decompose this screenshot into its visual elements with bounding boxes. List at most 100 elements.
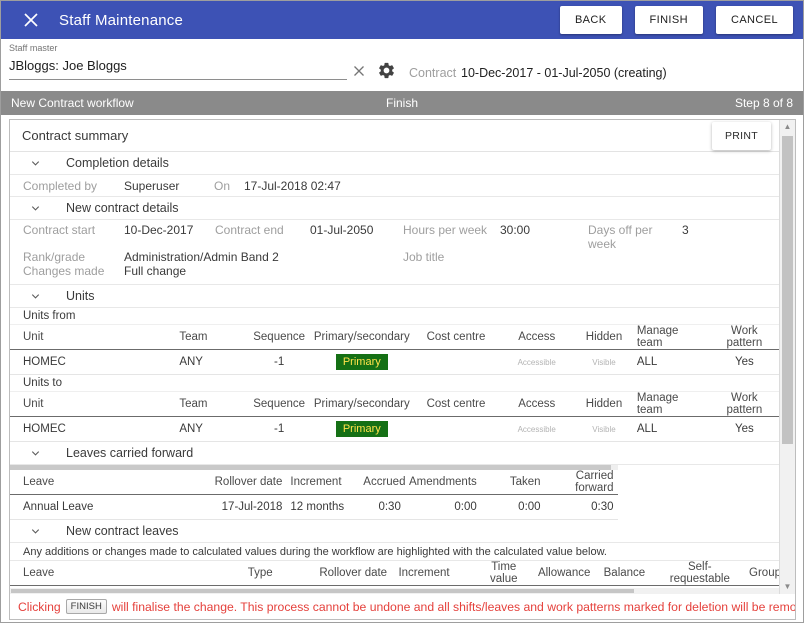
cell-unit: HOMEC bbox=[10, 417, 175, 442]
contract-summary-panel: Contract summary PRINT Completion detail… bbox=[9, 119, 796, 620]
scroll-down-arrow-icon[interactable]: ▼ bbox=[780, 580, 795, 594]
cell-increment: 12 months bbox=[286, 495, 359, 520]
cell-sequence: -1 bbox=[248, 350, 310, 375]
finish-button[interactable]: FINISH bbox=[635, 6, 703, 34]
section-title: Units bbox=[66, 289, 94, 303]
hours-per-week-label: Hours per week bbox=[403, 224, 500, 251]
scrollbar-thumb[interactable] bbox=[11, 589, 634, 593]
section-new-contract-details[interactable]: New contract details bbox=[10, 197, 779, 220]
section-title: New contract leaves bbox=[66, 524, 179, 538]
finish-chip: FINISH bbox=[66, 599, 107, 614]
section-units[interactable]: Units bbox=[10, 285, 779, 308]
primary-badge: Primary bbox=[336, 354, 388, 370]
cell-accrued: 0:30 bbox=[359, 495, 405, 520]
cell-manage-team: ALL bbox=[633, 350, 710, 375]
cell-carried-forward: 0:30 bbox=[545, 495, 618, 520]
cell-access: Accessible bbox=[498, 417, 575, 442]
cell-amendments: 0:00 bbox=[405, 495, 481, 520]
changes-made-value: Full change bbox=[124, 265, 779, 279]
section-new-contract-leaves[interactable]: New contract leaves bbox=[10, 520, 779, 543]
column-header: Hidden bbox=[575, 392, 633, 417]
chevron-down-icon bbox=[30, 291, 41, 302]
back-button[interactable]: BACK bbox=[560, 6, 622, 34]
clear-staff-icon[interactable] bbox=[353, 65, 365, 77]
contract-start-value: 10-Dec-2017 bbox=[124, 224, 215, 251]
on-value: 17-Jul-2018 02:47 bbox=[244, 179, 779, 193]
app-header: Staff Maintenance BACK FINISH CANCEL bbox=[1, 1, 803, 39]
column-header: Access bbox=[498, 392, 575, 417]
column-header: Type bbox=[244, 561, 316, 586]
scroll-up-arrow-icon[interactable]: ▲ bbox=[780, 120, 795, 134]
column-header: Access bbox=[498, 325, 575, 350]
column-header: Work pattern bbox=[710, 325, 779, 350]
table-header-row: Leave Type Rollover date Increment Time … bbox=[10, 561, 779, 586]
column-header: Allowance bbox=[534, 561, 594, 586]
changes-made-label: Changes made bbox=[23, 265, 124, 279]
leaves-carried-forward-table: Leave Rollover date Increment Accrued Am… bbox=[10, 470, 618, 520]
column-header: Primary/secondary bbox=[310, 392, 414, 417]
units-to-label: Units to bbox=[10, 375, 779, 392]
hours-per-week-value: 30:00 bbox=[500, 224, 588, 251]
cell-rollover-date: 17-Jul-2018 bbox=[204, 495, 286, 520]
column-header: Cost centre bbox=[414, 392, 499, 417]
horizontal-scrollbar[interactable] bbox=[10, 588, 779, 594]
column-header: Taken bbox=[481, 470, 545, 495]
cell-team: ANY bbox=[175, 350, 248, 375]
cancel-button[interactable]: CANCEL bbox=[716, 6, 793, 34]
column-header: Unit bbox=[10, 392, 175, 417]
vertical-scrollbar[interactable]: ▲ ▼ bbox=[779, 120, 795, 594]
warning-text: will finalise the change. This process c… bbox=[112, 600, 795, 614]
new-contract-leaves-table: Leave Type Rollover date Increment Time … bbox=[10, 561, 779, 588]
job-title-label: Job title bbox=[403, 251, 500, 265]
cell-primary-secondary: Primary bbox=[310, 417, 414, 442]
completed-by-value: Superuser bbox=[124, 179, 214, 193]
cell-sequence: -1 bbox=[248, 417, 310, 442]
job-title-value bbox=[500, 251, 779, 265]
column-header: Group bbox=[745, 561, 779, 586]
column-header: Team bbox=[175, 325, 248, 350]
section-leaves-carried-forward[interactable]: Leaves carried forward bbox=[10, 442, 779, 465]
column-header: Manage team bbox=[633, 325, 710, 350]
table-header-row: Unit Team Sequence Primary/secondary Cos… bbox=[10, 392, 779, 417]
workflow-step-indicator: Step 8 of 8 bbox=[532, 96, 793, 110]
column-header: Work pattern bbox=[710, 392, 779, 417]
column-header: Carried forward bbox=[545, 470, 618, 495]
column-header: Time value bbox=[474, 561, 534, 586]
cell-unit: HOMEC bbox=[10, 350, 175, 375]
workflow-title: New Contract workflow bbox=[11, 96, 272, 110]
print-button[interactable]: PRINT bbox=[712, 122, 771, 150]
chevron-down-icon bbox=[30, 526, 41, 537]
scrollbar-thumb[interactable] bbox=[782, 136, 793, 444]
warning-prefix: Clicking bbox=[18, 600, 61, 614]
column-header: Sequence bbox=[248, 392, 310, 417]
staff-master-input[interactable] bbox=[9, 53, 347, 80]
settings-gear-icon[interactable] bbox=[377, 61, 396, 80]
summary-content: Completion details Completed by Superuse… bbox=[10, 152, 779, 588]
cell-cost-centre bbox=[414, 350, 499, 375]
close-icon[interactable] bbox=[23, 12, 39, 28]
column-header: Accrued bbox=[359, 470, 405, 495]
cell-hidden: Visible bbox=[575, 417, 633, 442]
cell-hidden: Visible bbox=[575, 350, 633, 375]
contract-label: Contract bbox=[409, 66, 456, 80]
days-off-label: Days off per week bbox=[588, 224, 682, 251]
summary-header: Contract summary PRINT bbox=[10, 120, 779, 152]
cell-leave: Annual Leave bbox=[10, 495, 204, 520]
cell-work-pattern: Yes bbox=[710, 417, 779, 442]
scrollbar-track[interactable] bbox=[780, 134, 795, 580]
table-header-row: Leave Rollover date Increment Accrued Am… bbox=[10, 470, 618, 495]
table-row: HOMEC ANY -1 Primary Accessible Visible … bbox=[10, 350, 779, 375]
contract-start-label: Contract start bbox=[23, 224, 124, 251]
column-header: Leave bbox=[10, 561, 244, 586]
column-header: Cost centre bbox=[414, 325, 499, 350]
section-title: Leaves carried forward bbox=[66, 446, 193, 460]
staff-selector-bar: Staff master Contract 10-Dec-2017 - 01-J… bbox=[1, 39, 803, 89]
section-title: New contract details bbox=[66, 201, 179, 215]
units-from-table: Unit Team Sequence Primary/secondary Cos… bbox=[10, 325, 779, 375]
contract-end-label: Contract end bbox=[215, 224, 310, 251]
staff-master-label: Staff master bbox=[9, 43, 347, 53]
scrollbar-thumb[interactable] bbox=[10, 465, 611, 470]
table-horizontal-scrollbar[interactable] bbox=[10, 465, 618, 470]
section-completion-details[interactable]: Completion details bbox=[10, 152, 779, 175]
column-header: Unit bbox=[10, 325, 175, 350]
